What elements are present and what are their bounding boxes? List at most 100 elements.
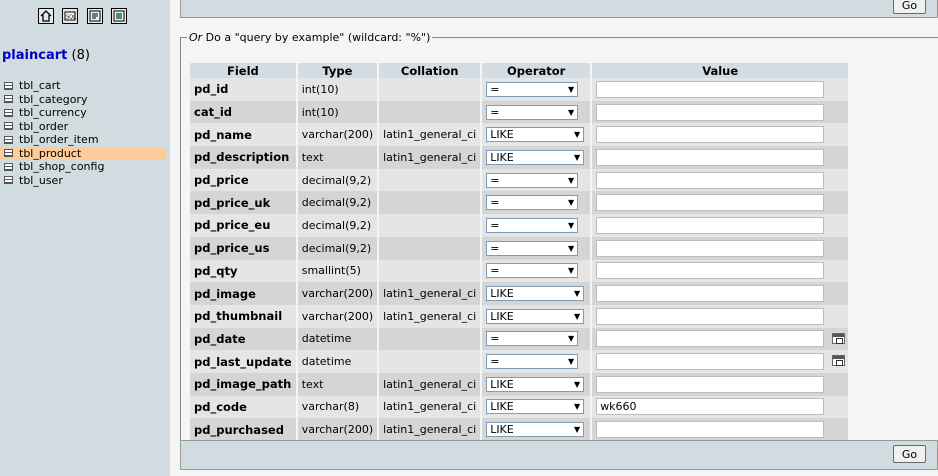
sidebar-item-label[interactable]: tbl_category [19, 93, 87, 107]
table-icon[interactable] [4, 149, 13, 158]
operator-select[interactable]: = ▼ [486, 195, 579, 211]
chevron-down-icon[interactable]: ▼ [568, 85, 574, 94]
sidebar-item-label[interactable]: tbl_user [19, 174, 63, 188]
value-input[interactable] [596, 353, 825, 371]
value-input[interactable] [596, 148, 825, 166]
value-input[interactable] [596, 239, 825, 257]
operator-select[interactable]: = ▼ [486, 104, 579, 120]
table-icon[interactable] [4, 81, 13, 90]
chevron-down-icon[interactable]: ▼ [574, 380, 580, 389]
table-icon[interactable] [4, 122, 13, 131]
qbe-legend-text: Do a "query by example" (wildcard: "%") [202, 31, 431, 44]
value-input[interactable] [596, 421, 825, 439]
sidebar-item-label[interactable]: tbl_order_item [19, 133, 99, 147]
operator-select[interactable]: LIKE ▼ [486, 376, 585, 392]
chevron-down-icon[interactable]: ▼ [568, 176, 574, 185]
chevron-down-icon[interactable]: ▼ [568, 198, 574, 207]
sql-icon[interactable]: SQL [62, 8, 78, 24]
chevron-down-icon[interactable]: ▼ [574, 153, 580, 162]
operator-select[interactable]: = ▼ [486, 263, 579, 279]
sidebar-item-label[interactable]: tbl_shop_config [19, 160, 104, 174]
operator-value: LIKE [490, 423, 514, 437]
chevron-down-icon[interactable]: ▼ [568, 108, 574, 117]
query-window-icon[interactable] [87, 8, 103, 24]
table-icon[interactable] [4, 108, 13, 117]
operator-select[interactable]: = ▼ [486, 81, 579, 97]
sidebar-item-tbl_order[interactable]: tbl_order [0, 120, 166, 134]
chevron-down-icon[interactable]: ▼ [574, 130, 580, 139]
operator-select[interactable]: LIKE ▼ [486, 286, 585, 302]
go-button-top[interactable]: Go [893, 0, 926, 14]
value-input[interactable] [596, 171, 825, 189]
table-icon[interactable] [4, 162, 13, 171]
value-input[interactable]: wk660 [596, 398, 825, 416]
field-type: datetime [297, 350, 378, 373]
calendar-icon[interactable] [832, 355, 846, 367]
field-type: varchar(200) [297, 418, 378, 441]
sidebar-item-tbl_order_item[interactable]: tbl_order_item [0, 133, 166, 147]
value-input[interactable] [596, 103, 825, 121]
value-input[interactable] [596, 194, 825, 212]
operator-value: = [490, 332, 500, 346]
sidebar-item-tbl_category[interactable]: tbl_category [0, 93, 166, 107]
database-name-label[interactable]: plaincart [2, 48, 67, 63]
value-input[interactable] [596, 375, 825, 393]
value-input[interactable] [596, 307, 825, 325]
docs-icon[interactable] [111, 8, 127, 24]
calendar-icon[interactable] [832, 332, 846, 344]
value-input[interactable] [596, 216, 825, 234]
sidebar-item-tbl_cart[interactable]: tbl_cart [0, 79, 166, 93]
chevron-down-icon[interactable]: ▼ [568, 357, 574, 366]
sidebar-item-label[interactable]: tbl_product [19, 147, 81, 161]
value-input[interactable] [596, 126, 825, 144]
operator-select[interactable]: = ▼ [486, 217, 579, 233]
operator-select[interactable]: = ▼ [486, 240, 579, 256]
chevron-down-icon[interactable]: ▼ [574, 425, 580, 434]
operator-value: = [490, 241, 500, 255]
chevron-down-icon[interactable]: ▼ [574, 402, 580, 411]
sidebar-item-label[interactable]: tbl_order [19, 120, 68, 134]
operator-select[interactable]: = ▼ [486, 354, 579, 370]
sidebar-item-tbl_currency[interactable]: tbl_currency [0, 106, 166, 120]
sidebar-item-tbl_product[interactable]: tbl_product [0, 146, 166, 161]
operator-select[interactable]: LIKE ▼ [486, 399, 585, 415]
operator-select[interactable]: = ▼ [486, 331, 579, 347]
value-input[interactable] [596, 262, 825, 280]
field-name: pd_name [190, 123, 296, 147]
field-name: pd_thumbnail [190, 304, 296, 328]
sidebar-item-tbl_user[interactable]: tbl_user [0, 174, 166, 188]
value-input[interactable] [596, 285, 825, 303]
chevron-down-icon[interactable]: ▼ [568, 266, 574, 275]
table-icon[interactable] [4, 176, 13, 185]
value-cell [592, 372, 849, 396]
chevron-down-icon[interactable]: ▼ [574, 312, 580, 321]
table-row: pd_image_path text latin1_general_ci LIKE ▼ [190, 372, 849, 396]
sidebar-item-label[interactable]: tbl_currency [19, 106, 87, 120]
value-input[interactable] [596, 80, 825, 98]
home-icon[interactable] [38, 8, 54, 24]
operator-select[interactable]: = ▼ [486, 172, 579, 188]
operator-value: LIKE [490, 150, 514, 164]
field-name: pd_price_us [190, 236, 296, 260]
go-button-bottom[interactable]: Go [893, 445, 926, 463]
chevron-down-icon[interactable]: ▼ [568, 334, 574, 343]
sidebar-item-label[interactable]: tbl_cart [19, 79, 60, 93]
field-type: datetime [297, 327, 378, 351]
table-icon[interactable] [4, 135, 13, 144]
table-icon[interactable] [4, 95, 13, 104]
operator-select[interactable]: LIKE ▼ [486, 422, 585, 438]
operator-select[interactable]: LIKE ▼ [486, 149, 585, 165]
chevron-down-icon[interactable]: ▼ [568, 244, 574, 253]
operator-select[interactable]: LIKE ▼ [486, 308, 585, 324]
chevron-down-icon[interactable]: ▼ [574, 289, 580, 298]
operator-cell: = ▼ [482, 236, 591, 260]
chevron-down-icon[interactable]: ▼ [568, 221, 574, 230]
database-name[interactable]: plaincart (8) [2, 48, 90, 63]
field-collation [379, 168, 481, 192]
operator-select[interactable]: LIKE ▼ [486, 127, 585, 143]
field-collation [379, 327, 481, 351]
sidebar-item-tbl_shop_config[interactable]: tbl_shop_config [0, 160, 166, 174]
value-cell [592, 191, 849, 215]
value-input[interactable] [596, 330, 825, 348]
qbe-legend-or: Or [189, 31, 203, 44]
